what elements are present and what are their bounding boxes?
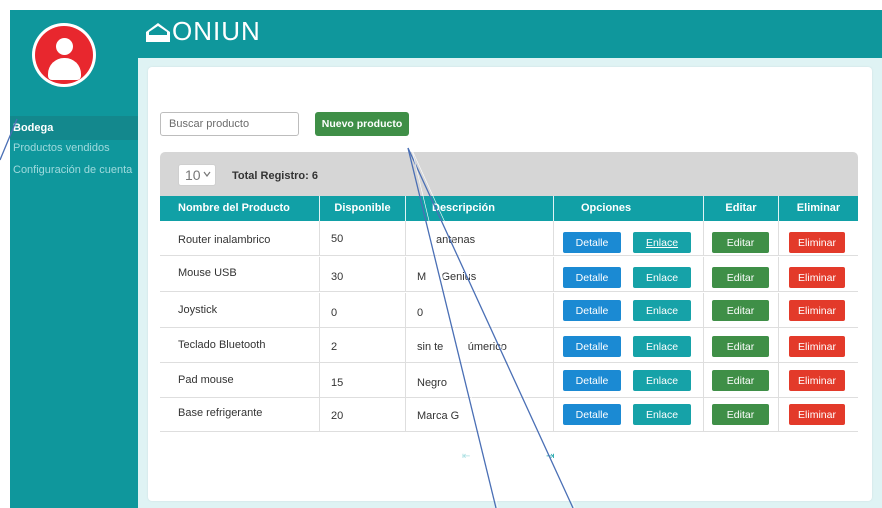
last-page-icon[interactable]: ⇥ — [546, 451, 554, 462]
column-header-available: Disponible — [320, 196, 406, 221]
edit-button[interactable]: Editar — [712, 300, 769, 321]
delete-button[interactable]: Eliminar — [789, 404, 845, 425]
table-row: Joystick 0 0 Detalle Enlace Editar Elimi… — [160, 293, 858, 328]
search-input[interactable] — [160, 112, 299, 136]
detail-button[interactable]: Detalle — [563, 370, 621, 391]
total-records-label: Total Registro: 6 — [232, 170, 318, 182]
product-name: Joystick — [178, 304, 218, 316]
product-name: Pad mouse — [178, 374, 234, 386]
page-size-select[interactable]: 10 — [178, 164, 216, 186]
sidebar: Bodega Productos vendidos Configuración … — [10, 10, 138, 508]
table-row: Pad mouse 15 Negro Detalle Enlace Editar… — [160, 363, 858, 398]
product-description: Marca G — [417, 410, 460, 422]
edit-button[interactable]: Editar — [712, 404, 769, 425]
sidebar-item-bodega[interactable]: Bodega — [10, 116, 138, 140]
product-available: 20 — [331, 410, 344, 422]
column-header-options: Opciones — [554, 196, 704, 221]
edit-button[interactable]: Editar — [712, 336, 769, 357]
edit-button[interactable]: Editar — [712, 267, 769, 288]
detail-button[interactable]: Detalle — [563, 404, 621, 425]
sidebar-item-productos-vendidos[interactable]: Productos vendidos — [10, 140, 138, 160]
delete-button[interactable]: Eliminar — [789, 370, 845, 391]
new-product-button[interactable]: Nuevo producto — [315, 112, 409, 136]
delete-button[interactable]: Eliminar — [789, 232, 845, 253]
table-row: Base refrigerante 20 Marca G Detalle Enl… — [160, 397, 858, 432]
product-description: antenas — [436, 234, 476, 246]
user-icon — [35, 26, 93, 84]
page-size-value: 10 — [185, 167, 201, 183]
top-bar: ONIUN — [138, 10, 882, 50]
link-button[interactable]: Enlace — [633, 370, 691, 391]
delete-button[interactable]: Eliminar — [789, 300, 845, 321]
product-available: 0 — [331, 307, 338, 319]
detail-button[interactable]: Detalle — [563, 232, 621, 253]
chevron-down-icon — [203, 171, 211, 177]
detail-button[interactable]: Detalle — [563, 300, 621, 321]
column-header-name: Nombre del Producto — [160, 196, 320, 221]
product-available: 15 — [331, 377, 344, 389]
product-description: 0 — [417, 307, 424, 319]
first-page-icon[interactable]: ⇤ — [462, 451, 470, 462]
link-button[interactable]: Enlace — [633, 404, 691, 425]
product-description: sin te úmerico — [417, 341, 507, 353]
link-button[interactable]: Enlace — [633, 336, 691, 357]
link-button[interactable]: Enlace — [633, 267, 691, 288]
edit-button[interactable]: Editar — [712, 370, 769, 391]
brand-logo: ONIUN — [142, 12, 312, 48]
column-header-delete: Eliminar — [796, 202, 841, 214]
product-available: 50 — [331, 233, 344, 245]
product-name: Base refrigerante — [178, 407, 263, 419]
product-available: 2 — [331, 341, 338, 353]
column-header-edit: Editar — [704, 196, 779, 221]
app-window: { "brand": { "name": "ONIUN" }, "sidebar… — [0, 0, 882, 508]
edit-button[interactable]: Editar — [712, 232, 769, 253]
sidebar-item-configuracion-cuenta[interactable]: Configuración de cuenta — [10, 162, 138, 196]
table-row: Router inalambrico 50 antenas Detalle En… — [160, 221, 858, 256]
detail-button[interactable]: Detalle — [563, 267, 621, 288]
product-name: Teclado Bluetooth — [178, 339, 266, 351]
brand-name: ONIUN — [172, 16, 261, 46]
product-description: M Genius — [417, 271, 477, 283]
table-header: Nombre del Producto Disponible Descripci… — [160, 196, 858, 221]
product-available: 30 — [331, 271, 344, 283]
link-button[interactable]: Enlace — [633, 300, 691, 321]
link-button[interactable]: Enlace — [633, 232, 691, 253]
column-header-description: Descripción — [406, 196, 554, 221]
table-row: Teclado Bluetooth 2 sin te úmerico Detal… — [160, 328, 858, 363]
delete-button[interactable]: Eliminar — [789, 336, 845, 357]
product-description: Negro — [417, 377, 447, 389]
detail-button[interactable]: Detalle — [563, 336, 621, 357]
table-row: Mouse USB 30 M Genius Detalle Enlace Edi… — [160, 257, 858, 292]
product-name: Router inalambrico — [178, 234, 271, 246]
pagination: ⇤ ⇥ — [462, 451, 562, 465]
house-logo-icon — [146, 23, 170, 42]
product-name: Mouse USB — [178, 267, 237, 279]
avatar[interactable] — [32, 23, 96, 87]
delete-button[interactable]: Eliminar — [789, 267, 845, 288]
